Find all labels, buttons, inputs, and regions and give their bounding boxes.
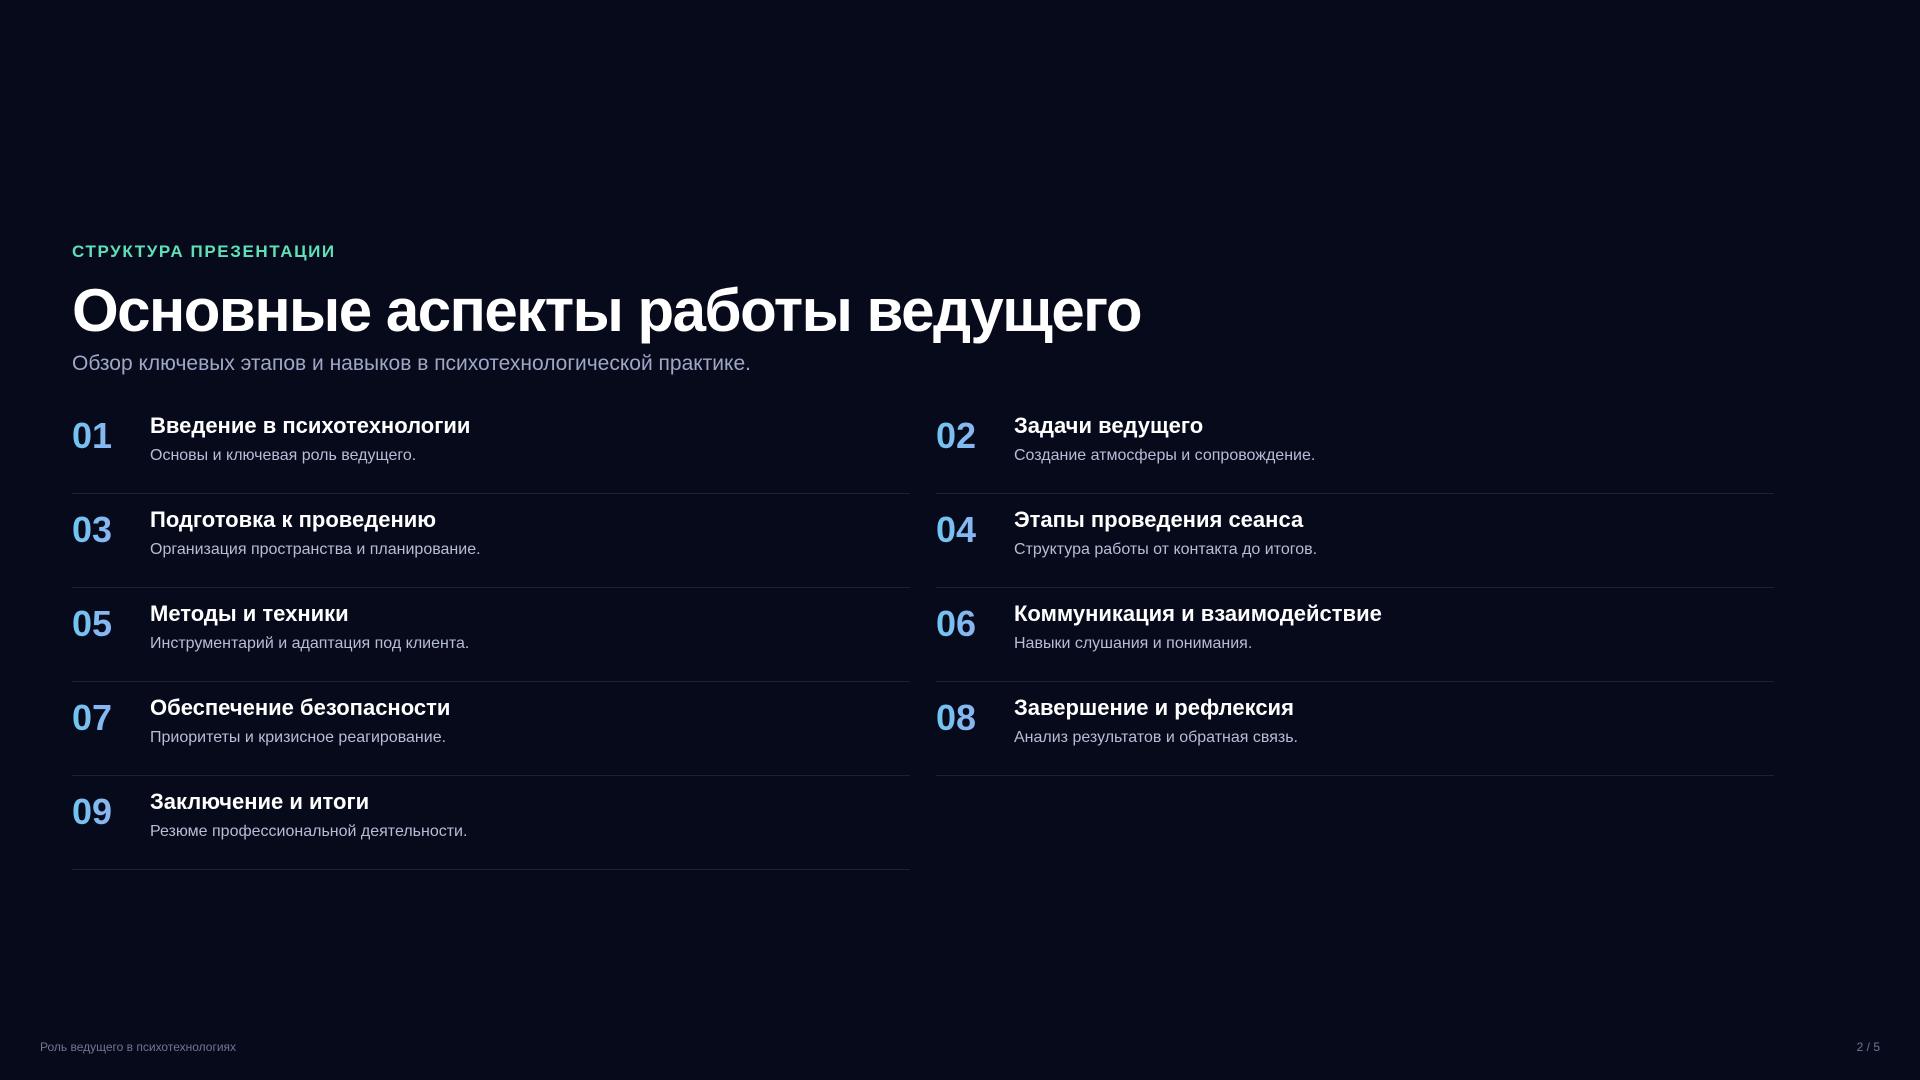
page-number: 2 / 5 xyxy=(1856,1040,1880,1054)
agenda-description: Навыки слушания и понимания. xyxy=(1014,635,1253,652)
agenda-number: 06 xyxy=(936,606,1014,642)
agenda-item: 03 Подготовка к проведению Организация п… xyxy=(72,494,910,588)
agenda-title: Подготовка к проведению xyxy=(150,507,437,532)
agenda-title: Этапы проведения сеанса xyxy=(1014,507,1304,532)
page-subtitle: Обзор ключевых этапов и навыков в психот… xyxy=(72,352,751,375)
agenda-number: 07 xyxy=(72,700,150,736)
agenda-item: 02 Задачи ведущего Создание атмосферы и … xyxy=(936,400,1774,494)
agenda-number: 03 xyxy=(72,512,150,548)
agenda-description: Создание атмосферы и сопровождение. xyxy=(1014,447,1316,464)
agenda-item: 06 Коммуникация и взаимодействие Навыки … xyxy=(936,588,1774,682)
agenda-item: 04 Этапы проведения сеанса Структура раб… xyxy=(936,494,1774,588)
agenda-grid: 01 Введение в психотехнологии Основы и к… xyxy=(72,400,1774,870)
agenda-title: Завершение и рефлексия xyxy=(1014,695,1294,720)
agenda-description: Организация пространства и планирование. xyxy=(150,541,481,558)
agenda-title: Коммуникация и взаимодействие xyxy=(1014,601,1382,626)
agenda-number: 08 xyxy=(936,700,1014,736)
agenda-number: 01 xyxy=(72,418,150,454)
agenda-number: 02 xyxy=(936,418,1014,454)
agenda-description: Резюме профессиональной деятельности. xyxy=(150,823,468,840)
agenda-title: Введение в психотехнологии xyxy=(150,413,471,438)
agenda-description: Приоритеты и кризисное реагирование. xyxy=(150,729,447,746)
footer-presentation-title: Роль ведущего в психотехнологиях xyxy=(40,1040,237,1054)
agenda-number: 09 xyxy=(72,794,150,830)
agenda-title: Методы и техники xyxy=(150,601,349,626)
agenda-item: 05 Методы и техники Инструментарий и ада… xyxy=(72,588,910,682)
agenda-item: 09 Заключение и итоги Резюме профессиона… xyxy=(72,776,910,870)
slide: СТРУКТУРА ПРЕЗЕНТАЦИИ Основные аспекты р… xyxy=(0,0,1920,1080)
agenda-description: Анализ результатов и обратная связь. xyxy=(1014,729,1298,746)
agenda-number: 05 xyxy=(72,606,150,642)
agenda-title: Заключение и итоги xyxy=(150,789,370,814)
page-title: Основные аспекты работы ведущего xyxy=(72,277,1143,344)
header: СТРУКТУРА ПРЕЗЕНТАЦИИ Основные аспекты р… xyxy=(72,242,1772,376)
agenda-title: Задачи ведущего xyxy=(1014,413,1204,438)
agenda-description: Структура работы от контакта до итогов. xyxy=(1014,541,1318,558)
agenda-item: 07 Обеспечение безопасности Приоритеты и… xyxy=(72,682,910,776)
section-label: СТРУКТУРА ПРЕЗЕНТАЦИИ xyxy=(72,242,336,261)
agenda-item: 08 Завершение и рефлексия Анализ результ… xyxy=(936,682,1774,776)
agenda-item: 01 Введение в психотехнологии Основы и к… xyxy=(72,400,910,494)
agenda-description: Основы и ключевая роль ведущего. xyxy=(150,447,417,464)
agenda-title: Обеспечение безопасности xyxy=(150,695,451,720)
agenda-description: Инструментарий и адаптация под клиента. xyxy=(150,635,470,652)
agenda-number: 04 xyxy=(936,512,1014,548)
